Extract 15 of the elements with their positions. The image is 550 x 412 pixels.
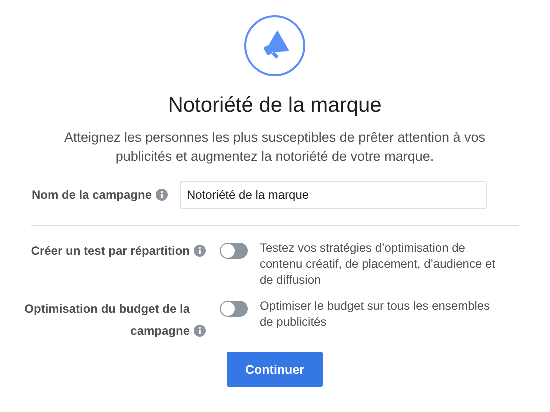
- option-description: Testez vos stratégies d’optimisation de contenu créatif, de placement, d’audience et de diffusion: [260, 240, 496, 288]
- field-label: Nom de la campagne: [32, 188, 152, 202]
- continue-button[interactable]: Continuer: [227, 352, 323, 387]
- page-title: Notoriété de la marque: [168, 94, 382, 118]
- megaphone-icon: [243, 14, 307, 78]
- info-icon[interactable]: [194, 325, 206, 337]
- info-icon[interactable]: [194, 245, 206, 257]
- option-description: Optimiser le budget sur tous les ensembles de publicités: [260, 298, 492, 330]
- toggle-switch[interactable]: [220, 243, 248, 259]
- option-label: Créer un test par répartition: [31, 243, 190, 260]
- campaign-name-field[interactable]: Notoriété de la marque: [180, 181, 487, 209]
- info-icon[interactable]: [156, 189, 168, 201]
- toggle-switch[interactable]: [220, 301, 248, 317]
- subtitle: Atteignez les personnes les plus susceptibles de prêter attention à vos publicités et augmentez la notoriété de votre marque.: [64, 129, 486, 166]
- option-label: Optimisation du budget de la campagne: [24, 301, 190, 340]
